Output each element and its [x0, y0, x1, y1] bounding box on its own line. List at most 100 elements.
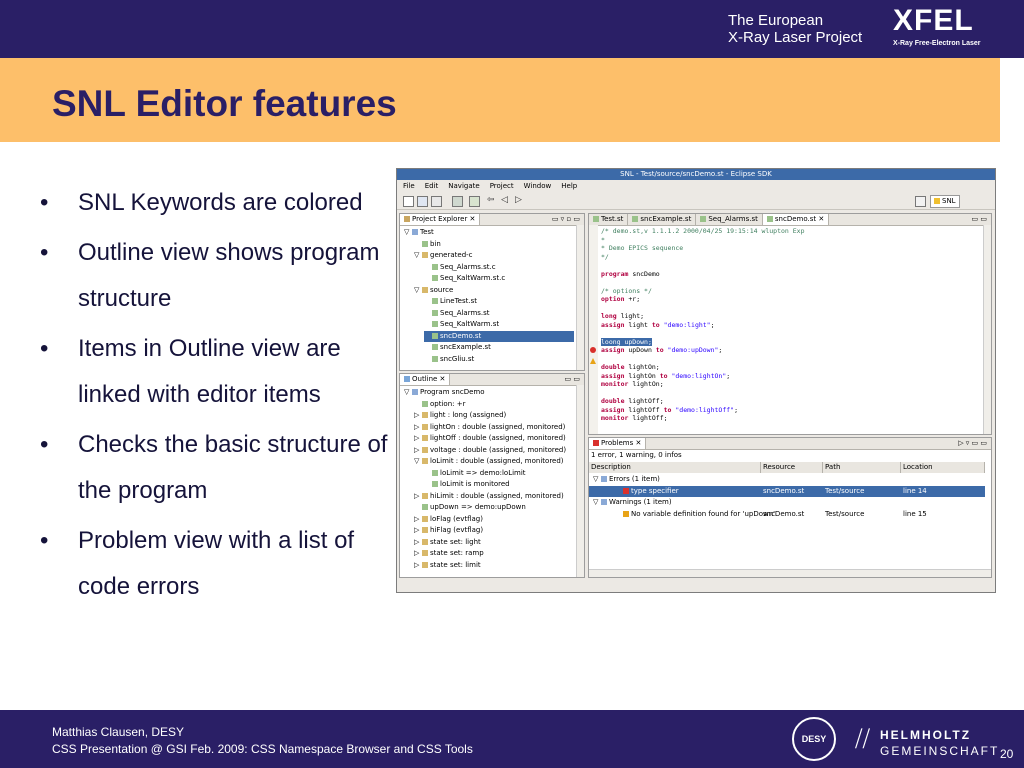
outline-row[interactable]: ▷ state set: ramp [414, 548, 574, 559]
code-line[interactable]: monitor lightOff; [601, 414, 668, 423]
outline-row[interactable]: ▷ state set: limit [414, 560, 574, 571]
outline-expand-icon[interactable]: ▷ [414, 491, 422, 502]
minimize-maximize-icons[interactable]: ▭ ▿ ▫ ▭ [552, 214, 580, 225]
outline-expand-icon[interactable]: ▽ [404, 387, 412, 398]
tab-seq_alarms-st[interactable]: Seq_Alarms.st [696, 214, 763, 225]
outline-expand-icon[interactable]: ▷ [414, 525, 422, 536]
explorer-row[interactable]: ▽ source [414, 285, 574, 296]
code-line[interactable]: assign light to "demo:light"; [601, 321, 715, 330]
menu-project[interactable]: Project [490, 182, 514, 190]
tab-sncdemo-st[interactable]: sncDemo.st ✕ [762, 214, 830, 225]
outline-expand-icon[interactable]: ▷ [414, 514, 422, 525]
problem-expand-icon[interactable]: ▽ [593, 497, 601, 508]
menu-file[interactable]: File [403, 182, 415, 190]
menu-help[interactable]: Help [561, 182, 577, 190]
outline-scrollbar[interactable] [576, 385, 584, 577]
explorer-row[interactable]: Seq_KaltWarm.st [424, 319, 574, 330]
menu-window[interactable]: Window [524, 182, 552, 190]
outline-row[interactable]: ▷ loFlag (evtflag) [414, 514, 574, 525]
code-line[interactable]: option +r; [601, 295, 640, 304]
new-icon[interactable] [403, 196, 414, 207]
outline-row[interactable]: ▷ lightOn : double (assigned, monitored) [414, 422, 574, 433]
explorer-expand-icon[interactable]: ▽ [404, 227, 412, 238]
explorer-row[interactable]: sncDemo.st [424, 330, 574, 342]
menu-navigate[interactable]: Navigate [448, 182, 479, 190]
explorer-row[interactable]: LineTest.st [424, 296, 574, 307]
column-description[interactable]: Description [589, 462, 761, 473]
outline-expand-icon[interactable]: ▷ [414, 537, 422, 548]
editor-scrollbar[interactable] [983, 225, 991, 434]
close-icon[interactable]: ✕ [816, 215, 824, 223]
outline-row[interactable]: option: +r [414, 399, 574, 410]
menu-edit[interactable]: Edit [425, 182, 439, 190]
outline-row[interactable]: ▷ hiLimit : double (assigned, monitored) [414, 491, 574, 502]
tab-sncexample-st[interactable]: sncExample.st [628, 214, 697, 225]
problems-scrollbar[interactable] [589, 569, 991, 577]
code-token: lightOff [624, 405, 664, 414]
tab-problems[interactable]: Problems ✕ [589, 438, 647, 449]
problems-window-icons[interactable]: ▷ ▿ ▭ ▭ [958, 438, 987, 449]
column-path[interactable]: Path [823, 462, 901, 473]
outline-row[interactable]: ▷ light : long (assigned) [414, 410, 574, 421]
problem-expand-icon[interactable]: ▽ [593, 474, 601, 485]
explorer-row[interactable]: ▽ generated-c [414, 250, 574, 261]
outline-expand-icon[interactable]: ▷ [414, 422, 422, 433]
outline-label: state set: limit [430, 560, 481, 569]
prev-edit-icon[interactable]: ⇦ [487, 196, 496, 205]
outline-expand-icon[interactable]: ▽ [414, 456, 422, 467]
outline-row[interactable]: ▷ voltage : double (assigned, monitored) [414, 445, 574, 456]
explorer-row[interactable]: Seq_Alarms.st.c [424, 262, 574, 273]
problem-row[interactable]: type specifier sncDemo.st Test/source line … [589, 485, 985, 497]
forward-icon[interactable]: ▷ [515, 196, 524, 205]
column-location[interactable]: Location [901, 462, 985, 473]
code-line[interactable]: monitor lightOn; [601, 380, 664, 389]
tab-project-explorer[interactable]: Project Explorer ✕ [400, 214, 481, 225]
save-icon[interactable] [417, 196, 428, 207]
problem-row[interactable]: ▽ Errors (1 item) [589, 474, 985, 485]
outline-expand-icon[interactable]: ▷ [414, 445, 422, 456]
outline-row[interactable]: ▷ hiFlag (evtflag) [414, 525, 574, 536]
outline-expand-icon[interactable]: ▷ [414, 560, 422, 571]
debug-icon[interactable] [452, 196, 463, 207]
snl-perspective-icon [934, 198, 940, 204]
explorer-scrollbar[interactable] [576, 225, 584, 370]
editor-window-icons[interactable]: ▭ ▭ [972, 214, 987, 225]
code-line[interactable]: /* demo.st,v 1.1.1.2 2000/04/25 19:15:14… [601, 227, 805, 236]
explorer-expand-icon[interactable]: ▽ [414, 250, 422, 261]
outline-row[interactable]: ▽ loLimit : double (assigned, monitored) [414, 456, 574, 467]
warning-marker-icon[interactable] [590, 358, 596, 364]
outline-row[interactable]: ▷ state set: light [414, 537, 574, 548]
back-icon[interactable]: ◁ [501, 196, 510, 205]
problem-row[interactable]: No variable definition found for 'upDown… [589, 509, 985, 520]
outline-row[interactable]: loLimit => demo:loLimit [424, 468, 574, 479]
problem-row[interactable]: ▽ Warnings (1 item) [589, 497, 985, 508]
outline-expand-icon[interactable]: ▷ [414, 548, 422, 559]
outline-row[interactable]: upDown => demo:upDown [414, 502, 574, 513]
explorer-label: Seq_KaltWarm.st.c [440, 274, 506, 282]
explorer-row[interactable]: sncExample.st [424, 342, 574, 353]
code-line[interactable]: */ [601, 253, 609, 262]
column-resource[interactable]: Resource [761, 462, 823, 473]
perspective-snl[interactable]: SNL [930, 195, 960, 208]
explorer-row[interactable]: sncGliu.st [424, 354, 574, 365]
tab-outline[interactable]: Outline ✕ [400, 374, 451, 385]
outline-window-icons[interactable]: ▭ ▭ [565, 374, 580, 385]
tab-test-st[interactable]: Test.st [589, 214, 629, 225]
outline-row[interactable]: loLimit is monitored [424, 479, 574, 490]
open-perspective-icon[interactable] [915, 196, 926, 207]
explorer-row[interactable]: ▽ Test [404, 227, 574, 238]
print-icon[interactable] [431, 196, 442, 207]
code-line[interactable]: program sncDemo [601, 270, 660, 279]
outline-row[interactable]: ▽ Program sncDemo [404, 387, 574, 398]
outline-expand-icon[interactable]: ▷ [414, 433, 422, 444]
code-line[interactable]: assign upDown to "demo:upDown"; [601, 346, 722, 355]
explorer-row[interactable]: bin [414, 239, 574, 250]
explorer-row[interactable]: Seq_KaltWarm.st.c [424, 273, 574, 284]
explorer-row[interactable]: Seq_Alarms.st [424, 308, 574, 319]
run-icon[interactable] [469, 196, 480, 207]
code-line[interactable]: * Demo EPICS sequence [601, 244, 683, 253]
outline-expand-icon[interactable]: ▷ [414, 410, 422, 421]
outline-row[interactable]: ▷ lightOff : double (assigned, monitored) [414, 433, 574, 444]
explorer-expand-icon[interactable]: ▽ [414, 285, 422, 296]
error-marker-icon[interactable] [590, 347, 596, 353]
